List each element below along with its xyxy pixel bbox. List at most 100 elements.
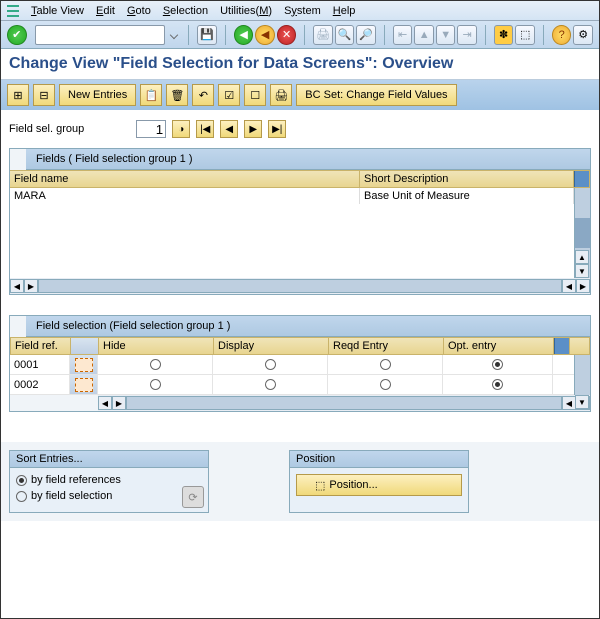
enter-button[interactable]: ✔ (7, 25, 27, 45)
help-button[interactable]: ? (552, 25, 572, 45)
col-field-name[interactable]: Field name (10, 171, 360, 187)
menu-edit[interactable]: Edit (92, 4, 119, 18)
app-toolbar: ⊞ ⊟ New Entries 📋 🗑 ↶ ☑ ☐ 🖨 BC Set: Chan… (1, 80, 599, 110)
last-page-button[interactable]: ⇥ (457, 25, 477, 45)
sort-by-sel-label: by field selection (31, 490, 112, 502)
radio-icon (16, 491, 27, 502)
radio-display[interactable] (213, 375, 328, 394)
cell-field-ref: 0002 (10, 375, 70, 394)
radio-reqd[interactable] (328, 375, 443, 394)
menu-goto[interactable]: Goto (123, 4, 155, 18)
scroll-right-inner-icon[interactable]: ▶ (24, 279, 38, 293)
hscrollbar[interactable]: ◀ ▶ ◀ ▶ (98, 395, 590, 411)
refresh-button[interactable]: ⟳ (182, 486, 204, 508)
table-row[interactable]: 0002 (10, 375, 574, 395)
next-page-button[interactable]: ▼ (436, 25, 456, 45)
save-button[interactable]: 💾 (197, 25, 217, 45)
scroll-left2-icon[interactable]: ◀ (562, 396, 576, 410)
menu-system[interactable]: System (280, 4, 325, 18)
col-hide[interactable]: Hide (99, 338, 214, 354)
copy-button[interactable]: 📋 (140, 84, 162, 106)
menu-selection[interactable]: Selection (159, 4, 212, 18)
scroll-down-icon[interactable]: ▼ (575, 395, 589, 409)
print-list-button[interactable]: 🖨 (270, 84, 292, 106)
prev-button[interactable]: ◀ (220, 120, 238, 138)
position-icon: ⬚ (315, 479, 325, 492)
layout-button[interactable]: ⚙ (573, 25, 593, 45)
scroll-down-icon[interactable]: ▼ (575, 264, 589, 278)
print-button[interactable]: 🖨 (313, 25, 333, 45)
col-opt[interactable]: Opt. entry (444, 338, 554, 354)
table-row[interactable]: MARA Base Unit of Measure (10, 188, 574, 204)
app-icon (5, 3, 21, 19)
fields-grid-header: Field name Short Description (10, 170, 590, 188)
prev-page-button[interactable]: ▲ (414, 25, 434, 45)
col-short-desc[interactable]: Short Description (360, 171, 574, 187)
select-all-button[interactable]: ☑ (218, 84, 240, 106)
scroll-right-icon[interactable]: ▶ (576, 279, 590, 293)
radio-icon (16, 475, 27, 486)
grid-config-icon[interactable] (554, 338, 570, 354)
sort-by-ref-label: by field references (31, 474, 121, 486)
sort-by-ref[interactable]: by field references (16, 474, 202, 486)
sort-by-sel[interactable]: by field selection (16, 490, 202, 502)
find-next-button[interactable]: 🔎 (356, 25, 376, 45)
first-button[interactable]: |◀ (196, 120, 214, 138)
cancel-button[interactable]: ✕ (277, 25, 297, 45)
bottom-area: Sort Entries... by field references by f… (1, 442, 599, 521)
expand-all-button[interactable]: ⊞ (7, 84, 29, 106)
toolbar: ✔ 💾 ◀ ◀ ✕ 🖨 🔍 🔎 ⇤ ▲ ▼ ⇥ ✽ ⬚ ? ⚙ (1, 21, 599, 49)
col-field-ref[interactable]: Field ref. (11, 338, 71, 354)
delete-button[interactable]: 🗑 (166, 84, 188, 106)
back-button[interactable]: ◀ (234, 25, 254, 45)
dropdown-icon[interactable] (169, 30, 177, 38)
table-row[interactable]: 0001 (10, 355, 574, 375)
radio-display[interactable] (213, 355, 328, 374)
col-display[interactable]: Display (214, 338, 329, 354)
radio-hide[interactable] (98, 375, 213, 394)
radio-hide[interactable] (98, 355, 213, 374)
cell-field-ref: 0001 (10, 355, 70, 374)
cell-field-name: MARA (10, 188, 360, 204)
scroll-left-icon[interactable]: ◀ (98, 396, 112, 410)
expand-icon[interactable] (70, 355, 98, 374)
radio-opt[interactable] (443, 355, 553, 374)
find-button[interactable]: 🔍 (335, 25, 355, 45)
shortcut-button[interactable]: ⬚ (515, 25, 535, 45)
bc-set-button[interactable]: BC Set: Change Field Values (296, 84, 456, 106)
sel-grid-body: 0001 0002 (10, 355, 574, 395)
undo-button[interactable]: ↶ (192, 84, 214, 106)
hscrollbar[interactable]: ◀ ▶ ◀ ▶ (10, 278, 590, 294)
position-button[interactable]: ⬚ Position... (296, 474, 462, 496)
vscrollbar[interactable]: ▲ ▼ (574, 188, 590, 278)
deselect-button[interactable]: ☐ (244, 84, 266, 106)
new-session-button[interactable]: ✽ (494, 25, 514, 45)
radio-opt[interactable] (443, 375, 553, 394)
col-icon[interactable] (71, 338, 99, 354)
new-entries-button[interactable]: New Entries (59, 84, 136, 106)
scroll-up-icon[interactable]: ▲ (575, 250, 589, 264)
menu-utilities[interactable]: Utilities(M) (216, 4, 276, 18)
expand-icon[interactable] (70, 375, 98, 394)
field-sel-group-input[interactable] (136, 120, 166, 138)
value-help-button[interactable]: ◑ (172, 120, 190, 138)
menu-table-view[interactable]: Table View (27, 4, 88, 18)
cell-short-desc: Base Unit of Measure (360, 188, 574, 204)
radio-reqd[interactable] (328, 355, 443, 374)
exit-button[interactable]: ◀ (255, 25, 275, 45)
collapse-all-button[interactable]: ⊟ (33, 84, 55, 106)
field-sel-group-row: Field sel. group ◑ |◀ ◀ ▶ ▶| (9, 120, 591, 138)
position-title: Position (290, 451, 468, 468)
vscrollbar[interactable]: ▲ ▼ (574, 355, 590, 395)
scroll-left-icon[interactable]: ◀ (10, 279, 24, 293)
scroll-right-inner-icon[interactable]: ▶ (112, 396, 126, 410)
command-field[interactable] (35, 25, 165, 45)
sort-title: Sort Entries... (10, 451, 208, 468)
first-page-button[interactable]: ⇤ (393, 25, 413, 45)
last-button[interactable]: ▶| (268, 120, 286, 138)
menu-help[interactable]: Help (329, 4, 360, 18)
scroll-left2-icon[interactable]: ◀ (562, 279, 576, 293)
col-reqd[interactable]: Reqd Entry (329, 338, 444, 354)
grid-config-icon[interactable] (574, 171, 590, 187)
next-button[interactable]: ▶ (244, 120, 262, 138)
